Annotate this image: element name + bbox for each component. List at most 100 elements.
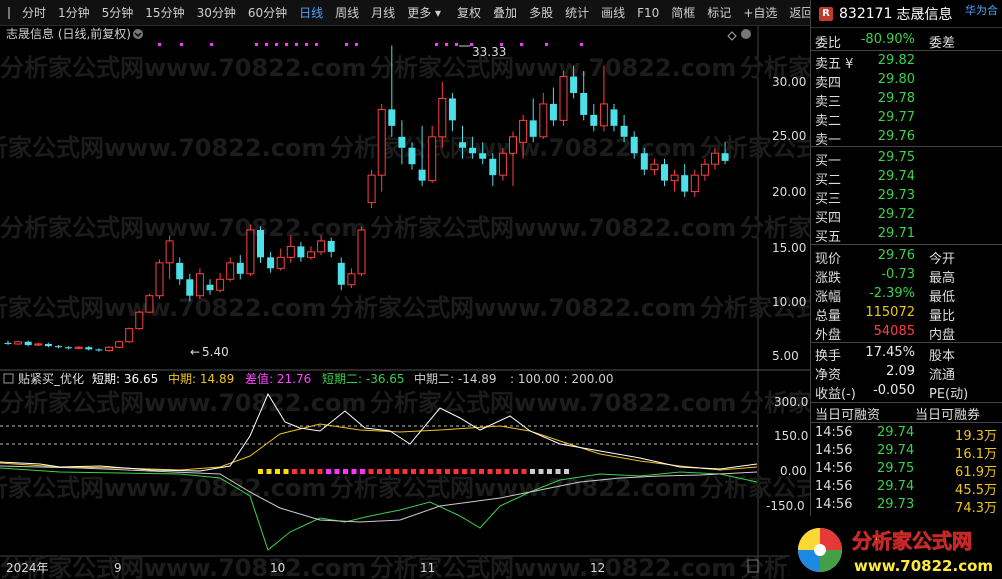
overlay-button[interactable]: 叠加 bbox=[487, 0, 523, 26]
stat-row: 涨幅 -2.39% 最低 bbox=[811, 285, 1002, 305]
signal-dot bbox=[158, 43, 161, 46]
tick-row: 14:56 29.74 45.5万 bbox=[811, 478, 1002, 498]
tab-daily[interactable]: 日线 bbox=[293, 0, 329, 26]
tab-fenshi[interactable]: 分时 bbox=[16, 0, 52, 26]
stock-name: 志晟信息 bbox=[896, 6, 953, 23]
chart-title-dropdown-icon[interactable] bbox=[133, 29, 143, 39]
stat-label: 净资 bbox=[815, 368, 842, 383]
stat-label: 涨幅 bbox=[815, 290, 842, 305]
buy-level-row: 买二 29.74 bbox=[811, 168, 1002, 188]
divider bbox=[811, 146, 1002, 147]
indicator-box-icon[interactable] bbox=[3, 373, 14, 384]
divider bbox=[811, 244, 1002, 245]
signal-square bbox=[504, 469, 510, 474]
indicator-title[interactable]: 贴紧买_优化 bbox=[18, 372, 84, 386]
buy-level-label: 买三 bbox=[815, 192, 842, 207]
signal-square bbox=[283, 469, 289, 474]
ind-diff: 差值: 21.76 bbox=[245, 371, 311, 386]
sell-level-row: 卖一 29.76 bbox=[811, 128, 1002, 148]
sell-level-row: 卖四 29.80 bbox=[811, 71, 1002, 91]
multi-stock-button[interactable]: 多股 bbox=[523, 0, 559, 26]
signal-square bbox=[351, 469, 357, 474]
candle-body bbox=[670, 174, 679, 182]
window-menu-icon[interactable] bbox=[8, 6, 10, 19]
candle-body bbox=[176, 262, 184, 280]
kline-svg[interactable]: 分析家公式网www.70822.com 分析家公式网www.70822.com 分析… bbox=[0, 26, 1002, 579]
buy-level-row: 买五 29.71 bbox=[811, 225, 1002, 245]
candle-body bbox=[246, 229, 255, 275]
candle-body bbox=[529, 120, 537, 137]
stat-label-2: 最低 bbox=[929, 290, 956, 305]
weibi-label: 委比 bbox=[815, 36, 842, 51]
candle-body bbox=[489, 158, 497, 176]
stat-row: 净资 2.09 流通 bbox=[811, 363, 1002, 383]
signal-square bbox=[394, 469, 399, 474]
candle-body bbox=[44, 343, 52, 347]
stat-row: 收益(-) -0.050 PE(动) bbox=[811, 382, 1002, 402]
signal-dot bbox=[345, 43, 348, 46]
y-tick-label: 5.00 bbox=[772, 349, 799, 363]
signal-square bbox=[402, 469, 408, 474]
ind-y-tick: -150.0 bbox=[766, 499, 805, 513]
stat-row: 涨跌 -0.73 最高 bbox=[811, 266, 1002, 286]
tab-monthly[interactable]: 月线 bbox=[365, 0, 401, 26]
stat-value: 17.45% bbox=[865, 345, 915, 360]
corner-tag[interactable]: 华为合 bbox=[965, 2, 998, 18]
candle-body bbox=[307, 251, 315, 258]
x-label: 12 bbox=[590, 561, 605, 575]
candle-body bbox=[519, 119, 528, 143]
sell-level-row: 卖五 ¥ 29.82 bbox=[811, 52, 1002, 72]
signal-square bbox=[368, 469, 374, 474]
x-label: 9 bbox=[114, 561, 122, 575]
signal-square bbox=[470, 469, 476, 474]
candle-body bbox=[580, 92, 588, 115]
buy-level-price: 29.71 bbox=[877, 226, 915, 241]
fuquan-button[interactable]: 复权 bbox=[451, 0, 487, 26]
signal-dot bbox=[265, 43, 268, 46]
signal-square bbox=[309, 469, 314, 474]
candle-body bbox=[590, 114, 598, 126]
tab-1min[interactable]: 1分钟 bbox=[52, 0, 96, 26]
chart-options-icon[interactable] bbox=[741, 29, 751, 39]
mid-line bbox=[0, 423, 758, 471]
tab-30min[interactable]: 30分钟 bbox=[191, 0, 242, 26]
signal-square bbox=[555, 469, 561, 474]
tab-60min[interactable]: 60分钟 bbox=[242, 0, 293, 26]
simple-frame-button[interactable]: 简框 bbox=[665, 0, 701, 26]
kline-chart-area[interactable]: 分析家公式网www.70822.com 分析家公式网www.70822.com 分析… bbox=[0, 26, 1002, 579]
weicha-label: 委差 bbox=[929, 36, 956, 51]
signal-dot bbox=[180, 43, 183, 46]
candle-body bbox=[498, 152, 507, 176]
signal-square bbox=[360, 469, 365, 474]
stats-button[interactable]: 统计 bbox=[559, 0, 595, 26]
draw-line-button[interactable]: 画线 bbox=[595, 0, 631, 26]
candle-body bbox=[418, 169, 426, 181]
signal-dots bbox=[158, 43, 583, 46]
watermark-text: 分析家公式网www.70822.com bbox=[370, 389, 736, 417]
tab-more[interactable]: 更多 ▾ bbox=[401, 0, 447, 26]
divider bbox=[811, 50, 1002, 51]
mark-button[interactable]: 标记 bbox=[701, 0, 737, 26]
pinwheel-icon bbox=[798, 528, 842, 572]
candle-body bbox=[408, 147, 416, 165]
tab-5min[interactable]: 5分钟 bbox=[96, 0, 140, 26]
sell-level-price: 29.76 bbox=[877, 129, 915, 144]
add-watchlist-button[interactable]: +自选 bbox=[737, 0, 783, 26]
f10-button[interactable]: F10 bbox=[631, 0, 665, 26]
watermark-text: 分析家公式网www.70822.com bbox=[0, 554, 366, 579]
candle-body bbox=[155, 262, 164, 297]
candle-body bbox=[65, 347, 73, 349]
ind-short: 短期: 36.65 bbox=[92, 372, 158, 386]
candle-body bbox=[690, 174, 699, 193]
tab-weekly[interactable]: 周线 bbox=[329, 0, 365, 26]
signal-dot bbox=[435, 43, 438, 46]
high-price-label: 33.33 bbox=[472, 45, 506, 59]
diamond-icon[interactable] bbox=[727, 31, 737, 41]
buy-level-label: 买四 bbox=[815, 211, 842, 226]
watermark-text: 分析家公式网www.70822.com bbox=[0, 134, 326, 162]
tab-15min[interactable]: 15分钟 bbox=[139, 0, 190, 26]
candle-body bbox=[539, 103, 548, 138]
candle-body bbox=[216, 278, 225, 291]
stat-label: 现价 bbox=[815, 252, 842, 267]
candle-body bbox=[115, 341, 124, 348]
